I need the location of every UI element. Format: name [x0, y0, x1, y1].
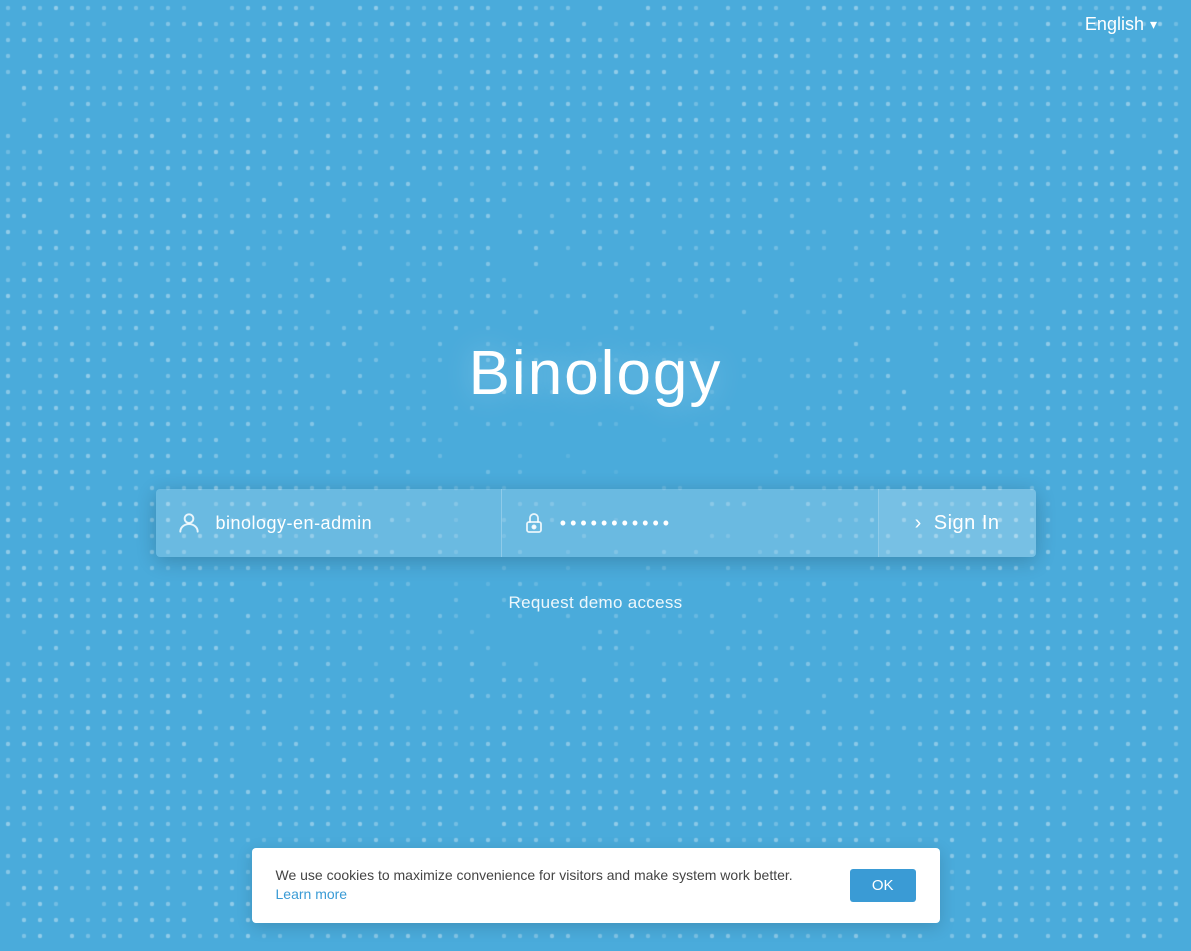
password-input[interactable] — [560, 513, 858, 534]
cookie-banner: We use cookies to maximize convenience f… — [252, 848, 940, 923]
lock-icon — [522, 511, 546, 535]
request-demo-link[interactable]: Request demo access — [509, 593, 683, 613]
main-content: Binology › Sign In Request demo — [0, 0, 1191, 951]
username-input[interactable] — [216, 513, 481, 534]
signin-label: Sign In — [934, 512, 1000, 535]
arrow-icon: › — [915, 512, 922, 535]
ok-button[interactable]: OK — [850, 869, 916, 902]
user-icon — [176, 510, 202, 536]
username-field-container — [156, 489, 502, 557]
login-bar: › Sign In — [156, 489, 1036, 557]
language-selector[interactable]: English ▾ — [1085, 14, 1157, 35]
chevron-down-icon: ▾ — [1150, 16, 1157, 33]
signin-button[interactable]: › Sign In — [879, 489, 1036, 557]
brand-title: Binology — [469, 338, 723, 409]
language-label: English — [1085, 14, 1144, 35]
learn-more-link[interactable]: Learn more — [276, 886, 348, 902]
password-field-container — [502, 489, 879, 557]
cookie-message: We use cookies to maximize convenience f… — [276, 866, 830, 905]
